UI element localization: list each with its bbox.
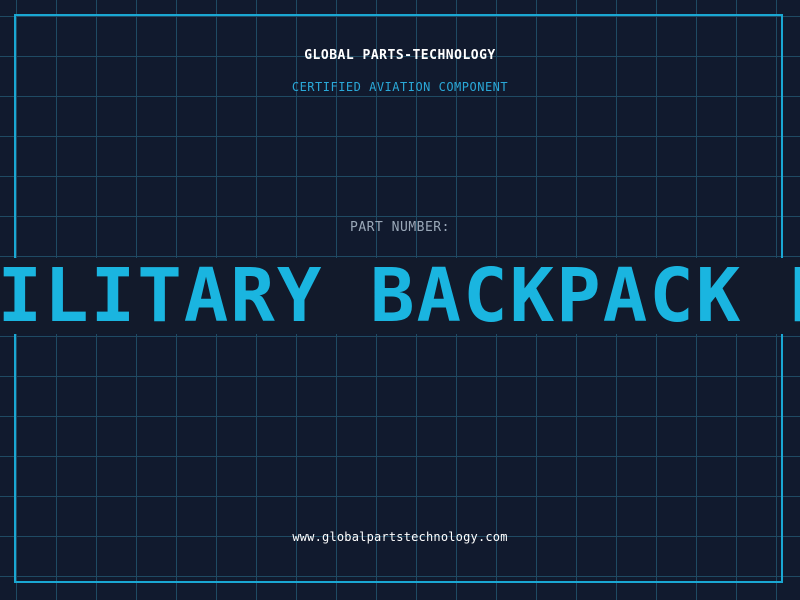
part-number-band: MILITARY BACKPACK PARTS: [0, 258, 800, 334]
website-url: www.globalpartstechnology.com: [292, 530, 508, 544]
certificate-page: GLOBAL PARTS-TECHNOLOGY CERTIFIED AVIATI…: [0, 0, 800, 600]
part-number-label: PART NUMBER:: [350, 220, 450, 235]
certification-subtitle: CERTIFIED AVIATION COMPONENT: [291, 80, 509, 94]
part-number-value: MILITARY BACKPACK PARTS: [0, 258, 800, 334]
brand-title: GLOBAL PARTS-TECHNOLOGY: [304, 48, 496, 63]
